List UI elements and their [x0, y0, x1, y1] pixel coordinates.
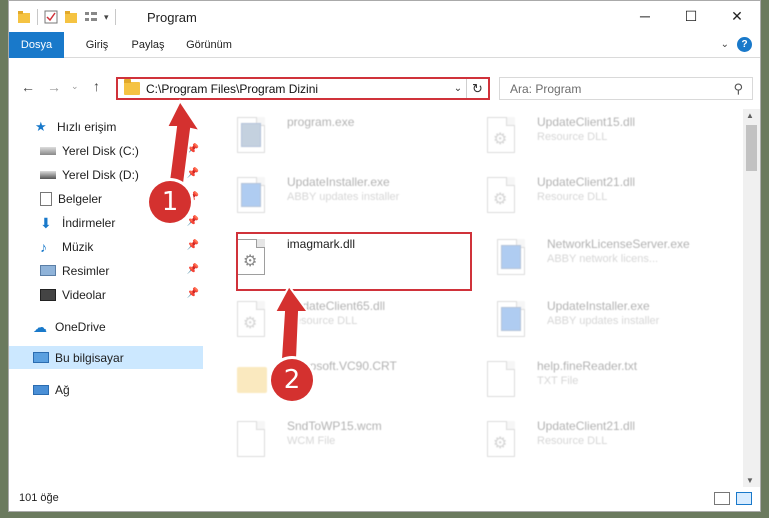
- explorer-window: ▾ Program ─ ☐ ✕ Dosya Giriş Paylaş Görün…: [8, 0, 761, 512]
- callout-badge-two: 2: [271, 359, 313, 401]
- annotation-arrows: [165, 99, 310, 360]
- arrow-one-icon: [165, 99, 203, 193]
- arrow-two-icon: [273, 284, 310, 360]
- callout-badge-one: 1: [149, 181, 191, 223]
